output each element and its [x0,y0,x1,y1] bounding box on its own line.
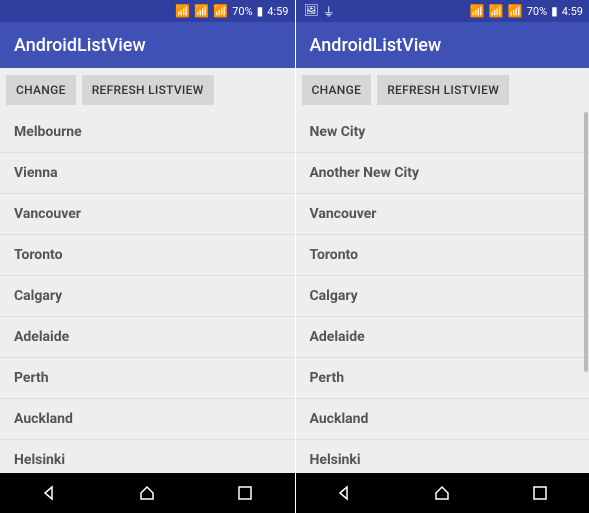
list-item[interactable]: Perth [0,358,295,399]
list-item[interactable]: Adelaide [0,317,295,358]
scrollbar[interactable] [584,112,588,372]
list-item[interactable]: Another New City [296,153,589,194]
battery-icon: ▮ [257,4,264,18]
list-item[interactable]: Helsinki [296,440,589,473]
button-row: CHANGE REFRESH LISTVIEW [296,68,589,112]
list-item[interactable]: Toronto [0,235,295,276]
signal-icon: 📶 [508,4,523,18]
clock: 4:59 [562,5,583,18]
button-row: CHANGE REFRESH LISTVIEW [0,68,295,112]
list-item[interactable]: Vienna [0,153,295,194]
change-button[interactable]: CHANGE [302,75,372,105]
battery-text: 70% [527,5,547,18]
status-bar: 🖼 ⏚ 📶 📶 📶 70% ▮ 4:59 [296,0,589,22]
usb-icon: ⏚ [323,3,335,20]
list-item[interactable]: Adelaide [296,317,589,358]
clock: 4:59 [267,5,288,18]
phone-left: 📶 📶 📶 70% ▮ 4:59 AndroidListView CHANGE … [0,0,295,513]
nav-back-icon[interactable] [40,484,58,502]
list-item[interactable]: Calgary [0,276,295,317]
image-icon: 🖼 [304,3,319,20]
list-view[interactable]: MelbourneViennaVancouverTorontoCalgaryAd… [0,112,295,473]
wifi-icon: 📶 [470,4,485,18]
list-view[interactable]: New CityAnother New CityVancouverToronto… [296,112,589,473]
app-title: AndroidListView [310,35,442,56]
refresh-button[interactable]: REFRESH LISTVIEW [82,75,214,105]
signal-icon: 📶 [213,4,228,18]
nav-recent-icon[interactable] [531,484,549,502]
list-item[interactable]: Perth [296,358,589,399]
app-bar: AndroidListView [296,22,589,68]
battery-icon: ▮ [551,4,558,18]
change-button[interactable]: CHANGE [6,75,76,105]
signal-icon: 📶 [489,4,504,18]
phone-right: 🖼 ⏚ 📶 📶 📶 70% ▮ 4:59 AndroidListView CHA… [295,0,589,513]
list-item[interactable]: Vancouver [0,194,295,235]
nav-bar [0,473,295,513]
list-item[interactable]: Calgary [296,276,589,317]
battery-text: 70% [232,5,252,18]
nav-bar [296,473,589,513]
nav-back-icon[interactable] [335,484,353,502]
status-bar: 📶 📶 📶 70% ▮ 4:59 [0,0,295,22]
refresh-button[interactable]: REFRESH LISTVIEW [377,75,509,105]
status-left-icons: 🖼 ⏚ [302,3,335,20]
wifi-icon: 📶 [175,4,190,18]
list-item[interactable]: Auckland [0,399,295,440]
app-title: AndroidListView [14,35,146,56]
nav-recent-icon[interactable] [236,484,254,502]
list-item[interactable]: Vancouver [296,194,589,235]
list-item[interactable]: New City [296,112,589,153]
list-item[interactable]: Melbourne [0,112,295,153]
list-item[interactable]: Auckland [296,399,589,440]
nav-home-icon[interactable] [138,484,156,502]
app-bar: AndroidListView [0,22,295,68]
list-item[interactable]: Helsinki [0,440,295,473]
signal-icon: 📶 [194,4,209,18]
nav-home-icon[interactable] [433,484,451,502]
list-item[interactable]: Toronto [296,235,589,276]
